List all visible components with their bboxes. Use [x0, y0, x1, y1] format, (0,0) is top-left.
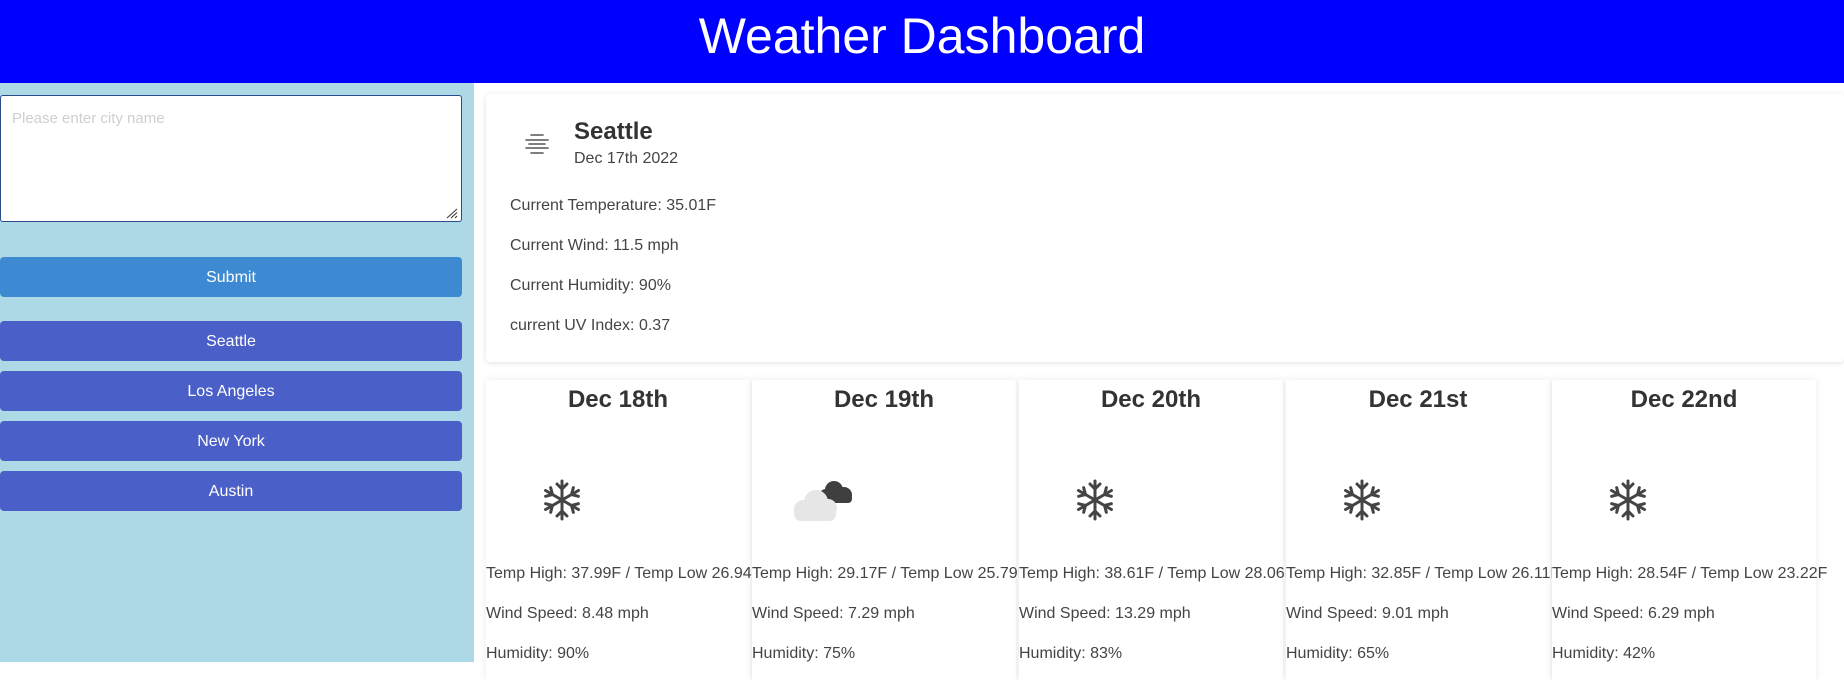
forecast-wind: Wind Speed: 9.01 mph	[1286, 605, 1449, 622]
forecast-date: Dec 22nd	[1630, 386, 1738, 413]
forecast-card: Dec 19th Temp High: 29.17F / Temp Low 25…	[752, 380, 1027, 680]
forecast-wind: Wind Speed: 6.29 mph	[1552, 605, 1715, 622]
snow-icon	[1610, 479, 1646, 521]
forecast-wind: Wind Speed: 8.48 mph	[486, 605, 649, 622]
broken-clouds-icon	[794, 481, 852, 521]
forecast-humidity: Humidity: 83%	[1019, 645, 1123, 662]
forecast-humidity: Humidity: 90%	[486, 645, 590, 662]
snow-icon	[1077, 479, 1113, 521]
forecast-card: Dec 18th Temp High: 37.99F / Temp Low 26…	[486, 380, 761, 680]
forecast-date: Dec 20th	[1100, 386, 1202, 413]
submit-button[interactable]: Submit	[0, 257, 462, 297]
page-header: Weather Dashboard	[0, 0, 1844, 83]
forecast-temps: Temp High: 37.99F / Temp Low 26.94F	[486, 565, 762, 582]
forecast-temps: Temp High: 29.17F / Temp Low 25.79F	[752, 565, 1028, 582]
sidebar: Submit Seattle Los Angeles New York Aust…	[0, 83, 474, 662]
forecast-temps: Temp High: 32.85F / Temp Low 26.11F	[1286, 565, 1561, 582]
forecast-card: Dec 21st Temp High: 32.85F / Temp Low 26…	[1286, 380, 1560, 680]
current-humidity: Current Humidity: 90%	[510, 277, 671, 294]
current-wind: Current Wind: 11.5 mph	[510, 237, 679, 254]
search-history-list: Seattle Los Angeles New York Austin	[0, 321, 462, 521]
snow-icon	[1344, 479, 1380, 521]
history-button-new-york[interactable]: New York	[0, 421, 462, 461]
forecast-date: Dec 21st	[1368, 386, 1468, 413]
forecast-temps: Temp High: 38.61F / Temp Low 28.06F	[1019, 565, 1295, 582]
city-search-input[interactable]	[0, 95, 462, 222]
current-city-name: Seattle	[574, 118, 653, 145]
current-uv-index: current UV Index: 0.37	[510, 317, 671, 334]
forecast-temps: Temp High: 28.54F / Temp Low 23.22F	[1552, 565, 1828, 582]
forecast-wind: Wind Speed: 7.29 mph	[752, 605, 915, 622]
history-button-austin[interactable]: Austin	[0, 471, 462, 511]
forecast-humidity: Humidity: 75%	[752, 645, 856, 662]
resize-grip-icon[interactable]	[445, 208, 458, 219]
current-temperature: Current Temperature: 35.01F	[510, 197, 717, 214]
forecast-row: Dec 18th Temp High: 37.99F / Temp Low 26…	[486, 380, 1844, 680]
current-weather-card: Seattle Dec 17th 2022 Current Temperatur…	[486, 94, 1844, 362]
forecast-date: Dec 18th	[567, 386, 669, 413]
page-title: Weather Dashboard	[698, 8, 1146, 64]
mist-icon	[525, 134, 549, 154]
history-button-los-angeles[interactable]: Los Angeles	[0, 371, 462, 411]
forecast-humidity: Humidity: 42%	[1552, 645, 1656, 662]
forecast-wind: Wind Speed: 13.29 mph	[1019, 605, 1191, 622]
forecast-card: Dec 20th Temp High: 38.61F / Temp Low 28…	[1019, 380, 1294, 680]
snow-icon	[544, 479, 580, 521]
history-button-seattle[interactable]: Seattle	[0, 321, 462, 361]
forecast-humidity: Humidity: 65%	[1286, 645, 1390, 662]
forecast-date: Dec 19th	[833, 386, 935, 413]
forecast-card: Dec 22nd Temp High: 28.54F / Temp Low 23…	[1552, 380, 1827, 680]
current-date: Dec 17th 2022	[574, 150, 679, 167]
